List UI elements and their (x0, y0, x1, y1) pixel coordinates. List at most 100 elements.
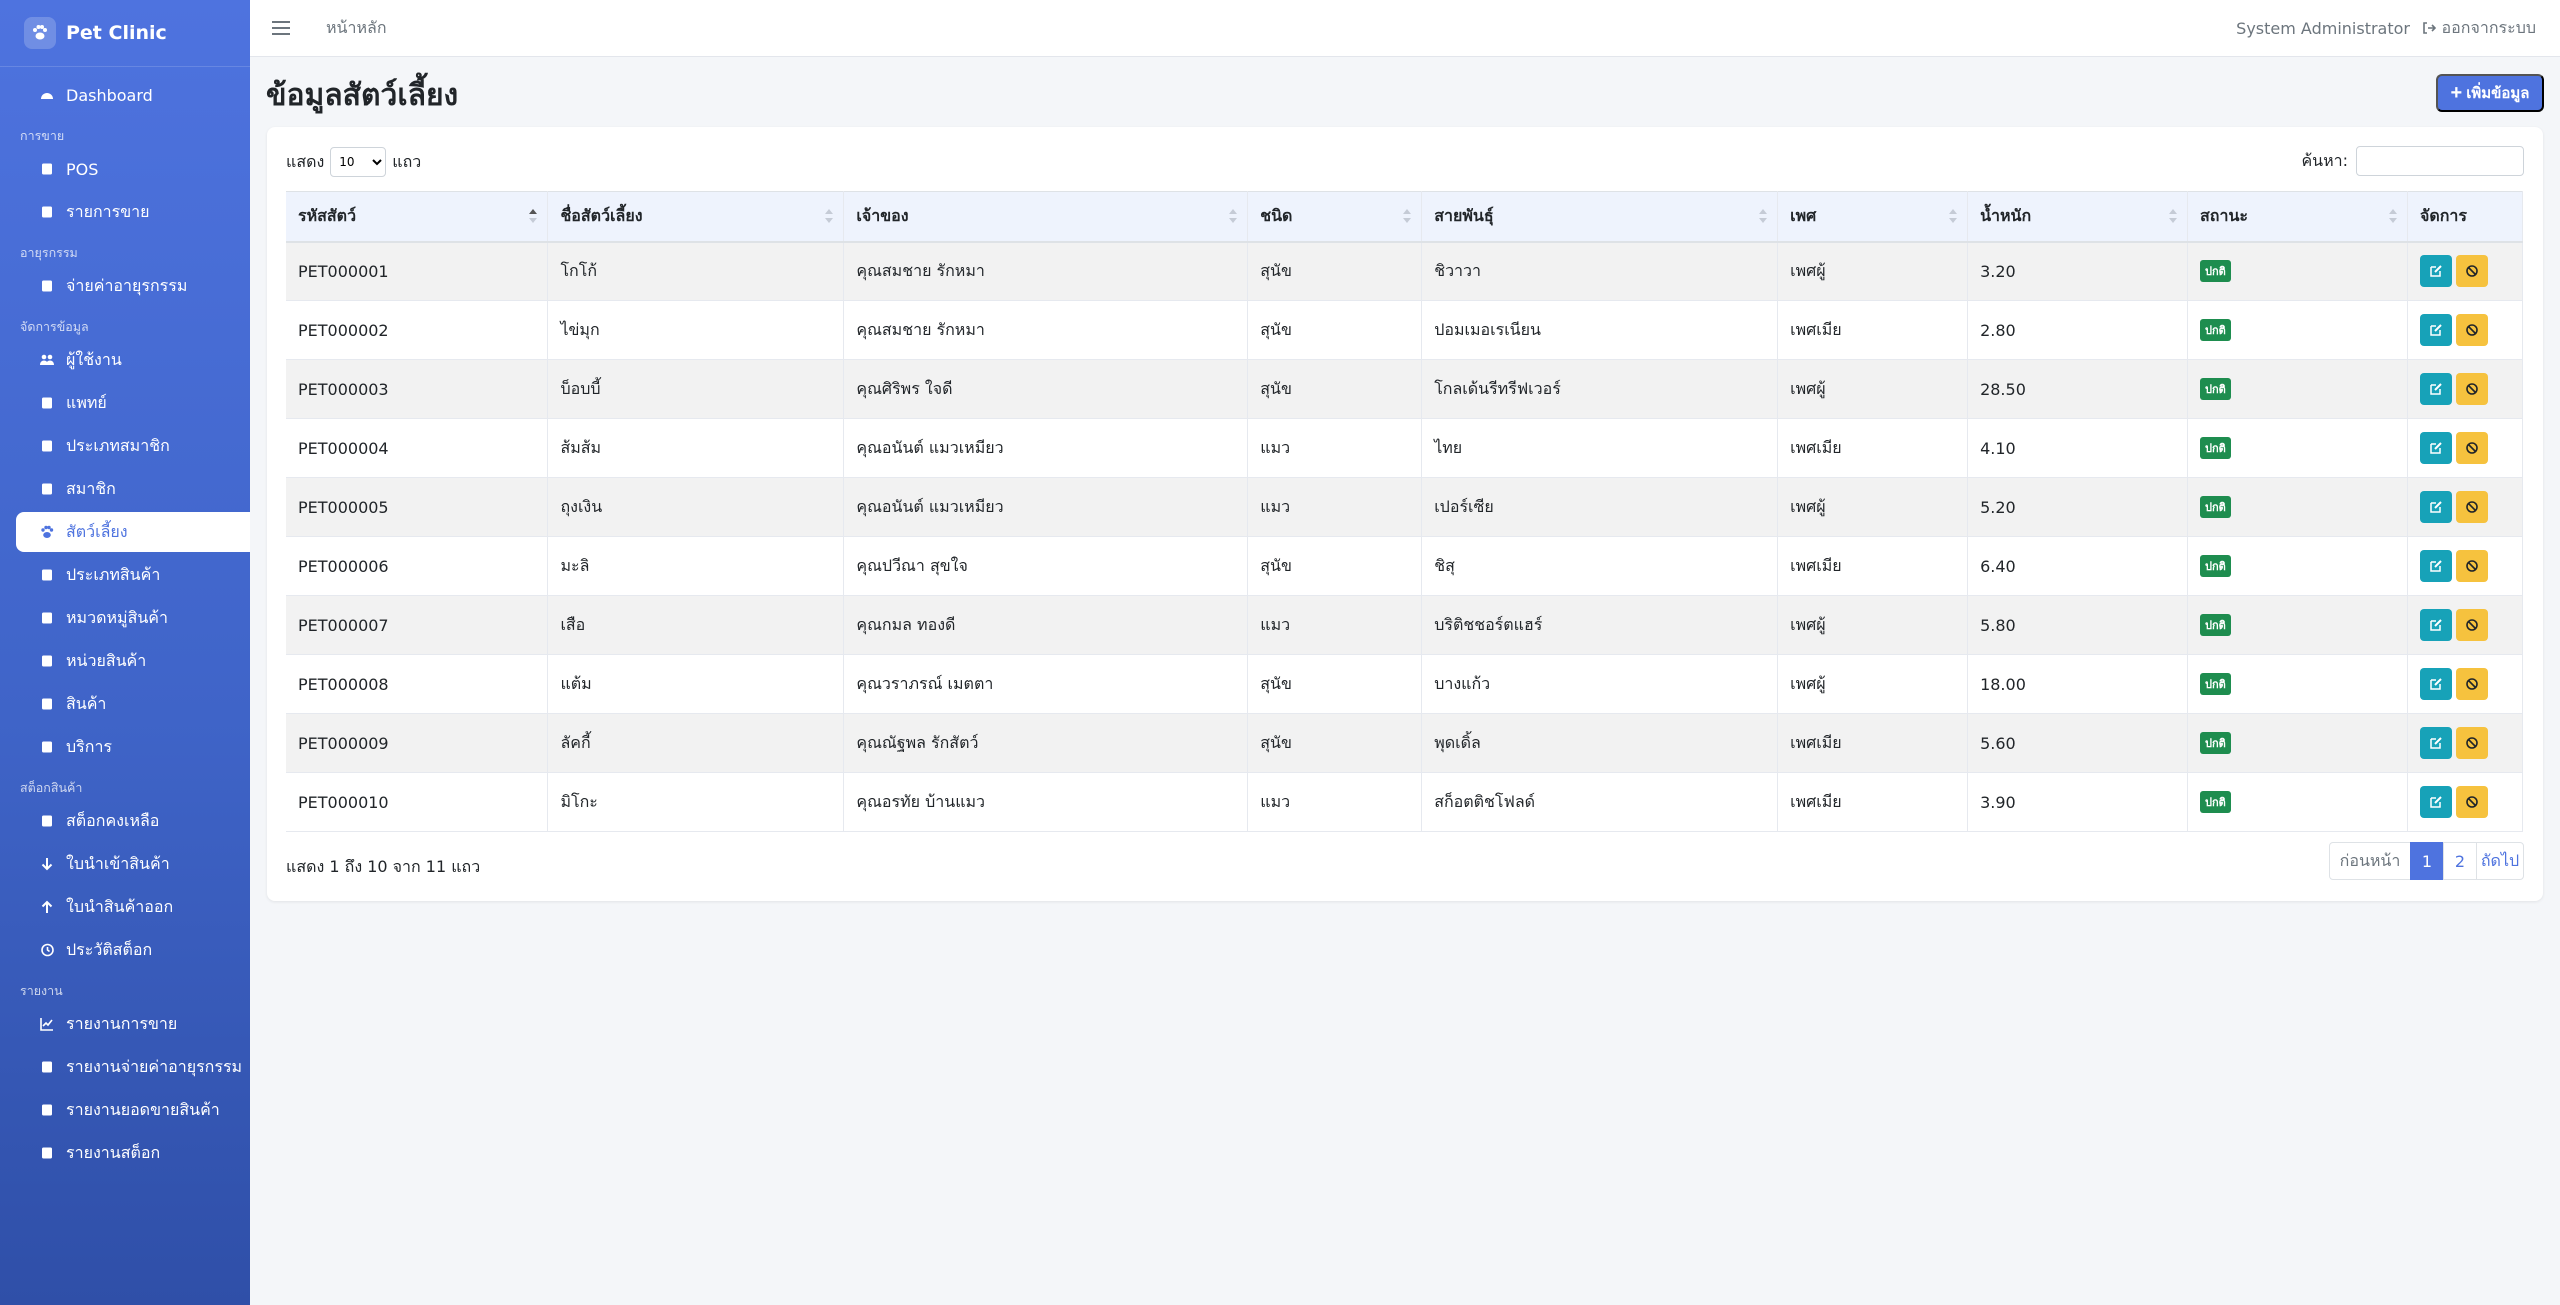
sidebar-item[interactable]: รายงานสต็อก (16, 1133, 250, 1173)
edit-button[interactable] (2419, 255, 2452, 288)
sidebar-item[interactable]: รายงานจ่ายค่าอายุรกรรม (16, 1047, 250, 1087)
page-length-select[interactable]: 10 (330, 147, 387, 177)
pet-name-cell: ส้มส้ม (547, 418, 845, 478)
owner-name-cell: คุณวราภรณ์ เมตตา (843, 654, 1249, 714)
edit-button[interactable] (2419, 727, 2452, 759)
pet-id-cell: PET000006 (286, 536, 549, 596)
breed-cell: สก็อตติชโฟลด์ (1421, 772, 1779, 832)
disable-button[interactable] (2455, 609, 2488, 641)
sidebar-item[interactable]: ประวัติสต็อก (16, 930, 250, 970)
sidebar-item-label: สต็อกคงเหลือ (66, 810, 160, 830)
sidebar-item[interactable]: ผู้ใช้งาน (16, 340, 250, 380)
sidebar-item-label: ใบนำเข้าสินค้า (66, 853, 170, 873)
sidebar-item[interactable]: หน่วยสินค้า (16, 641, 250, 681)
column-header[interactable]: ชนิด (1247, 191, 1423, 243)
sidebar-nav: Dashboard การขาย POS รายการขาย อายุรกรรม จ่าย… (0, 67, 250, 1173)
weight-cell: 18.00 (1967, 654, 2188, 714)
edit-button[interactable] (2419, 432, 2452, 464)
edit-button[interactable] (2419, 491, 2452, 523)
ban-icon (2466, 383, 2478, 395)
pagination-previous[interactable]: ก่อนหน้า (2329, 842, 2411, 880)
breed-cell: บางแก้ว (1421, 654, 1779, 714)
file-invoice-icon (36, 277, 58, 295)
menu-toggle-icon[interactable] (272, 21, 290, 35)
sidebar-item[interactable]: POS (16, 149, 250, 189)
disable-button[interactable] (2455, 491, 2488, 523)
paw-icon (36, 523, 58, 541)
sidebar-item[interactable]: Dashboard (16, 75, 250, 115)
species-cell: แมว (1247, 418, 1423, 478)
actions-cell (2407, 418, 2524, 478)
column-header[interactable]: สถานะ (2187, 191, 2408, 243)
disable-button[interactable] (2455, 255, 2488, 288)
sidebar-item[interactable]: ประเภทสมาชิก (16, 426, 250, 466)
pagination-page-2[interactable]: 2 (2443, 842, 2477, 880)
logout-link[interactable]: ออกจากระบบ (2422, 16, 2536, 41)
sidebar-item[interactable]: ใบนำสินค้าออก (16, 887, 250, 927)
sidebar-item[interactable]: สินค้า (16, 684, 250, 724)
ban-icon (2466, 501, 2478, 513)
edit-button[interactable] (2419, 609, 2452, 641)
disable-button[interactable] (2455, 786, 2488, 818)
pagination-page-1[interactable]: 1 (2410, 842, 2444, 880)
nav-section-header: รายงาน (20, 983, 63, 998)
sidebar-item[interactable]: รายการขาย (16, 192, 250, 232)
sort-icon (2388, 209, 2397, 223)
sex-cell: เพศผู้ (1777, 477, 1969, 537)
column-header[interactable]: น้ำหนัก (1967, 191, 2188, 243)
edit-button[interactable] (2419, 668, 2452, 700)
brand[interactable]: Pet Clinic (0, 0, 250, 67)
column-header[interactable]: สายพันธุ์ (1421, 191, 1779, 243)
disable-button[interactable] (2455, 314, 2488, 346)
sidebar-item[interactable]: แพทย์ (16, 383, 250, 423)
add-record-button[interactable]: + เพิ่มข้อมูล (2436, 74, 2544, 112)
status-badge: ปกติ (2200, 555, 2231, 577)
search-input[interactable] (2356, 146, 2524, 176)
actions-cell (2407, 595, 2524, 655)
edit-button[interactable] (2419, 373, 2452, 405)
column-header-label: จัดการ (2419, 205, 2467, 225)
sidebar-item[interactable]: บริการ (16, 727, 250, 767)
column-header[interactable]: เพศ (1777, 191, 1969, 243)
sidebar-item[interactable]: ประเภทสินค้า (16, 555, 250, 595)
sidebar-item[interactable]: รายงานยอดขายสินค้า (16, 1090, 250, 1130)
sidebar-item-label: รายการขาย (66, 201, 150, 221)
sidebar-item[interactable]: สต็อกคงเหลือ (16, 801, 250, 841)
ban-icon (2466, 678, 2478, 690)
disable-button[interactable] (2455, 727, 2488, 759)
sidebar-item[interactable]: สัตว์เลี้ยง (16, 512, 250, 552)
disable-button[interactable] (2455, 668, 2488, 700)
arrow-up-icon (36, 898, 58, 916)
weight-cell: 4.10 (1967, 418, 2188, 478)
edit-button[interactable] (2419, 786, 2452, 818)
pet-name-cell: ลัคกี้ (547, 713, 845, 773)
disable-button[interactable] (2455, 373, 2488, 405)
column-header[interactable]: ชื่อสัตว์เลี้ยง (547, 191, 845, 243)
edit-icon (2430, 737, 2442, 749)
sidebar-item[interactable]: จ่ายค่าอายุรกรรม (16, 266, 250, 306)
sidebar-item-label: ประวัติสต็อก (66, 939, 153, 959)
column-header[interactable]: รหัสสัตว์ (286, 191, 549, 243)
column-header[interactable]: เจ้าของ (843, 191, 1249, 243)
sidebar-item[interactable]: รายงานการขาย (16, 1004, 250, 1044)
sidebar-item[interactable]: สมาชิก (16, 469, 250, 509)
disable-button[interactable] (2455, 432, 2488, 464)
ban-icon (2466, 324, 2478, 336)
pet-id-cell: PET000009 (286, 713, 549, 773)
column-header: จัดการ (2407, 191, 2524, 243)
status-cell: ปกติ (2187, 772, 2408, 832)
table-row: PET000009 ลัคกี้ คุณณัฐพล รักสัตว์ สุนัข พุด… (286, 713, 2524, 773)
sidebar-item[interactable]: หมวดหมู่สินค้า (16, 598, 250, 638)
pagination-next[interactable]: ถัดไป (2476, 842, 2524, 880)
weight-cell: 3.20 (1967, 241, 2188, 301)
nav-section-header: สต็อกสินค้า (20, 780, 83, 795)
edit-button[interactable] (2419, 314, 2452, 346)
hand-holding-icon (36, 1058, 58, 1076)
edit-button[interactable] (2419, 550, 2452, 582)
sidebar-item-label: ใบนำสินค้าออก (66, 896, 174, 916)
sort-icon (825, 209, 834, 223)
disable-button[interactable] (2455, 550, 2488, 582)
edit-icon (2430, 442, 2442, 454)
home-link[interactable]: หน้าหลัก (326, 16, 387, 41)
sidebar-item[interactable]: ใบนำเข้าสินค้า (16, 844, 250, 884)
